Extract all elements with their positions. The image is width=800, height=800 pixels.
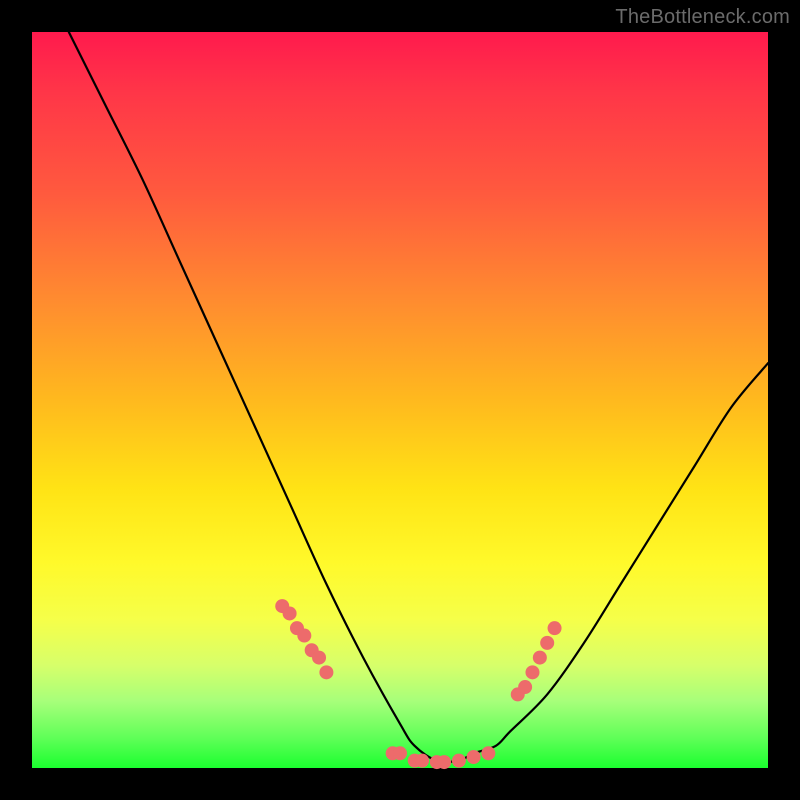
- bottleneck-curve: [69, 32, 768, 762]
- marker-dot: [283, 606, 297, 620]
- marker-dot: [452, 754, 466, 768]
- marker-dot: [533, 651, 547, 665]
- marker-dot: [319, 665, 333, 679]
- marker-dot: [297, 629, 311, 643]
- curve-svg: [32, 32, 768, 768]
- marker-dot: [467, 750, 481, 764]
- marker-dot: [437, 755, 451, 769]
- marker-dot: [525, 665, 539, 679]
- plot-area: [32, 32, 768, 768]
- marker-dot: [481, 746, 495, 760]
- highlighted-points: [275, 599, 561, 769]
- marker-dot: [415, 754, 429, 768]
- watermark-text: TheBottleneck.com: [615, 6, 790, 29]
- marker-dot: [518, 680, 532, 694]
- marker-dot: [312, 651, 326, 665]
- marker-dot: [540, 636, 554, 650]
- chart-stage: TheBottleneck.com: [0, 0, 800, 800]
- marker-dot: [393, 746, 407, 760]
- marker-dot: [548, 621, 562, 635]
